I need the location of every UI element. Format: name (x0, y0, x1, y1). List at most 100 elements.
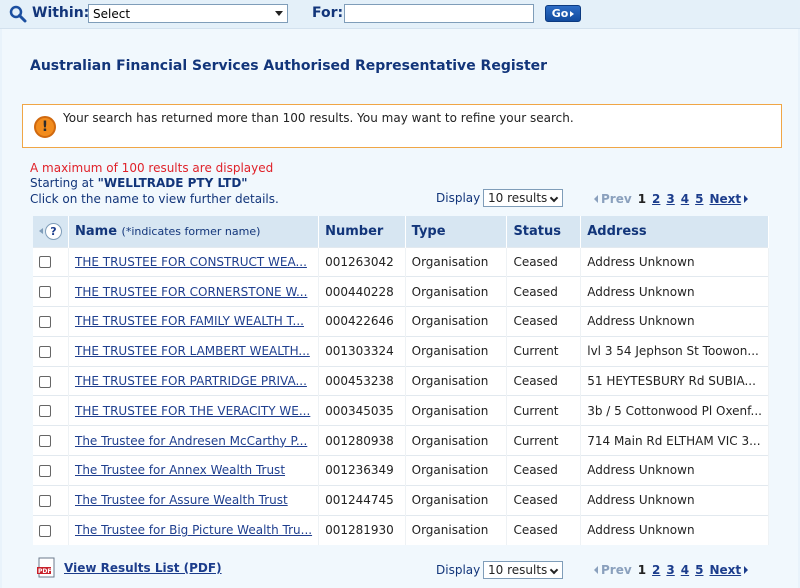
pdf-icon: PDF (37, 557, 55, 578)
within-select[interactable]: Select (88, 4, 288, 23)
pagination-bottom: Prev 1 2 3 4 5 Next (594, 563, 749, 577)
page-link-3[interactable]: 3 (666, 563, 674, 577)
row-checkbox[interactable] (39, 524, 51, 537)
number-cell: 000440228 (318, 276, 406, 307)
go-button[interactable]: Go (545, 5, 581, 22)
display-select-top[interactable]: 10 results (483, 189, 563, 207)
next-button[interactable]: Next (709, 192, 749, 206)
page-link-5[interactable]: 5 (695, 563, 703, 577)
table-row: The Trustee for Annex Wealth Trust 001236… (33, 455, 769, 486)
number-cell: 000345035 (318, 395, 406, 426)
help-header[interactable]: ? (33, 216, 69, 247)
next-label: Next (709, 563, 742, 577)
within-select-value: Select (93, 7, 131, 21)
number-cell: 001303324 (318, 335, 406, 367)
results-table: ? Name (*indicates former name) Number T… (33, 216, 769, 545)
column-header-number: Number (318, 216, 406, 247)
row-select-cell (33, 425, 69, 456)
starting-at-value: "WELLTRADE PTY LTD" (97, 176, 248, 190)
page-link-4[interactable]: 4 (681, 192, 689, 206)
type-cell: Organisation (405, 484, 508, 516)
address-cell: Address Unknown (580, 246, 769, 277)
arrow-right-icon (744, 195, 749, 203)
page-link-3[interactable]: 3 (666, 192, 674, 206)
prev-button[interactable]: Prev (594, 563, 632, 577)
row-select-cell (33, 276, 69, 307)
number-cell: 001236349 (318, 455, 406, 486)
row-checkbox[interactable] (39, 345, 51, 358)
row-checkbox[interactable] (39, 405, 51, 418)
row-checkbox[interactable] (39, 464, 51, 477)
prev-button[interactable]: Prev (594, 192, 632, 206)
status-cell: Ceased (506, 455, 582, 486)
arrow-right-icon (570, 10, 575, 17)
type-cell: Organisation (405, 395, 508, 426)
table-row: THE TRUSTEE FOR FAMILY WEALTH T... 000422… (33, 306, 769, 337)
view-results-pdf-link[interactable]: View Results List (PDF) (64, 561, 222, 575)
search-icon (9, 5, 27, 23)
representative-name-link[interactable]: The Trustee for Big Picture Wealth Tru..… (75, 523, 312, 537)
name-cell: THE TRUSTEE FOR THE VERACITY WE... (68, 395, 320, 426)
representative-name-link[interactable]: The Trustee for Assure Wealth Trust (75, 493, 288, 507)
representative-name-link[interactable]: THE TRUSTEE FOR FAMILY WEALTH T... (75, 314, 304, 328)
row-select-cell (33, 365, 69, 396)
search-input[interactable] (344, 4, 534, 23)
column-header-type: Type (405, 216, 508, 247)
page-link-2[interactable]: 2 (652, 563, 660, 577)
row-checkbox[interactable] (39, 494, 51, 507)
table-row: THE TRUSTEE FOR LAMBERT WEALTH... 0013033… (33, 335, 769, 367)
page-link-1[interactable]: 1 (638, 192, 646, 206)
table-row: THE TRUSTEE FOR CORNERSTONE W... 00044022… (33, 276, 769, 307)
warning-box: ! Your search has returned more than 100… (22, 104, 782, 148)
page-link-4[interactable]: 4 (681, 563, 689, 577)
name-cell: The Trustee for Assure Wealth Trust (68, 484, 320, 516)
display-select-value: 10 results (488, 191, 548, 205)
address-cell: Address Unknown (580, 276, 769, 307)
row-checkbox[interactable] (39, 256, 51, 269)
representative-name-link[interactable]: THE TRUSTEE FOR CORNERSTONE W... (75, 285, 307, 299)
pdf-link-wrap: PDF View Results List (PDF) (36, 557, 222, 579)
status-cell: Current (506, 395, 582, 426)
row-checkbox[interactable] (39, 435, 51, 448)
display-label-bottom: Display (436, 563, 481, 577)
type-cell: Organisation (405, 365, 508, 396)
status-cell: Ceased (506, 306, 582, 337)
help-icon[interactable]: ? (45, 222, 62, 240)
name-cell: THE TRUSTEE FOR LAMBERT WEALTH... (68, 335, 320, 367)
table-row: The Trustee for Assure Wealth Trust 00124… (33, 484, 769, 516)
number-cell: 000453238 (318, 365, 406, 396)
column-header-status: Status (506, 216, 582, 247)
status-cell: Ceased (506, 276, 582, 307)
page-link-1[interactable]: 1 (638, 563, 646, 577)
name-cell: THE TRUSTEE FOR CORNERSTONE W... (68, 276, 320, 307)
column-header-address: Address (580, 216, 769, 247)
name-cell: The Trustee for Big Picture Wealth Tru..… (68, 514, 320, 545)
column-header-name: Name (*indicates former name) (68, 216, 320, 247)
table-row: The Trustee for Big Picture Wealth Tru..… (33, 514, 769, 545)
type-cell: Organisation (405, 514, 508, 545)
click-instruction: Click on the name to view further detail… (30, 192, 279, 206)
row-checkbox[interactable] (39, 286, 51, 299)
row-select-cell (33, 395, 69, 426)
svg-text:PDF: PDF (38, 568, 51, 575)
representative-name-link[interactable]: The Trustee for Annex Wealth Trust (75, 463, 285, 477)
next-button[interactable]: Next (709, 563, 749, 577)
page-link-2[interactable]: 2 (652, 192, 660, 206)
representative-name-link[interactable]: THE TRUSTEE FOR LAMBERT WEALTH... (75, 344, 310, 358)
page-link-5[interactable]: 5 (695, 192, 703, 206)
representative-name-link[interactable]: THE TRUSTEE FOR CONSTRUCT WEA... (75, 255, 307, 269)
chevron-down-icon (275, 11, 283, 16)
name-cell: The Trustee for Annex Wealth Trust (68, 455, 320, 486)
arrow-right-icon (744, 566, 749, 574)
number-cell: 001281930 (318, 514, 406, 545)
starting-at-message: Starting at "WELLTRADE PTY LTD" (30, 176, 248, 190)
representative-name-link[interactable]: The Trustee for Andresen McCarthy P... (75, 434, 307, 448)
row-checkbox[interactable] (39, 315, 51, 328)
display-select-bottom[interactable]: 10 results (483, 561, 563, 579)
representative-name-link[interactable]: THE TRUSTEE FOR PARTRIDGE PRIVA... (75, 374, 307, 388)
address-cell: Address Unknown (580, 455, 769, 486)
row-checkbox[interactable] (39, 375, 51, 388)
number-cell: 000422646 (318, 306, 406, 337)
representative-name-link[interactable]: THE TRUSTEE FOR THE VERACITY WE... (75, 404, 310, 418)
row-select-cell (33, 484, 69, 516)
